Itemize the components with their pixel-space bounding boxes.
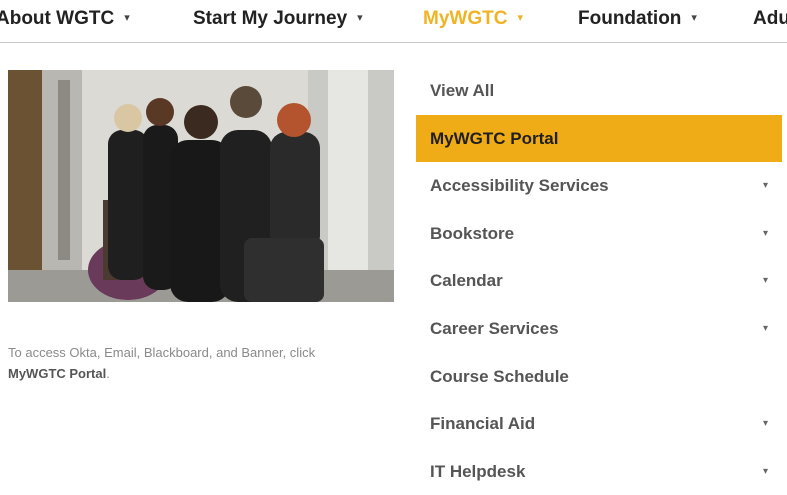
menu-item-label: Course Schedule (430, 366, 569, 386)
mywgtc-dropdown-menu: View All MyWGTC Portal Accessibility Ser… (416, 67, 782, 495)
menu-item-mywgtc-portal[interactable]: MyWGTC Portal (416, 114, 782, 163)
menu-item-label: Bookstore (430, 223, 515, 243)
menu-item-label: MyWGTC Portal (430, 128, 559, 148)
menu-item-label: Financial Aid (430, 414, 536, 434)
chevron-down-icon[interactable]: ▾ (763, 400, 768, 448)
chevron-down-icon: ▾ (124, 12, 130, 24)
caption-period: . (106, 366, 110, 381)
nav-item-label: About WGTC (0, 8, 115, 29)
nav-item-label: Foundation (578, 8, 682, 29)
promo-photo (8, 70, 394, 302)
mywgtc-portal-link[interactable]: MyWGTC Portal (8, 366, 106, 381)
menu-item-label: Calendar (430, 271, 503, 291)
menu-item-accessibility-services[interactable]: Accessibility Services ▾ (416, 162, 782, 210)
caption-text: To access Okta, Email, Blackboard, and B… (8, 345, 316, 360)
nav-item-label: MyWGTC (423, 8, 508, 29)
menu-item-bookstore[interactable]: Bookstore ▾ (416, 210, 782, 258)
menu-item-course-schedule[interactable]: Course Schedule (416, 353, 782, 401)
menu-item-label: IT Helpdesk (430, 461, 526, 481)
nav-item-foundation[interactable]: Foundation ▾ (578, 8, 697, 30)
top-navigation: About WGTC ▾ Start My Journey ▾ MyWGTC ▾ Fo… (0, 0, 787, 43)
menu-item-calendar[interactable]: Calendar ▾ (416, 257, 782, 305)
salon-students-image (8, 70, 394, 302)
menu-item-it-helpdesk[interactable]: IT Helpdesk ▾ (416, 448, 782, 495)
nav-item-about-wgtc[interactable]: About WGTC ▾ (0, 8, 130, 30)
menu-item-label: Accessibility Services (430, 176, 609, 196)
chevron-down-icon[interactable]: ▾ (763, 162, 768, 210)
nav-item-start-my-journey[interactable]: Start My Journey ▾ (193, 8, 363, 30)
chevron-down-icon: ▾ (517, 12, 523, 24)
nav-item-label: Start My Journey (193, 8, 348, 29)
nav-item-mywgtc[interactable]: MyWGTC ▾ (423, 8, 523, 30)
chevron-down-icon[interactable]: ▾ (763, 210, 768, 258)
chevron-down-icon[interactable]: ▾ (763, 305, 768, 353)
portal-caption: To access Okta, Email, Blackboard, and B… (8, 342, 398, 384)
chevron-down-icon: ▾ (691, 12, 697, 24)
chevron-down-icon: ▾ (357, 12, 363, 24)
menu-item-label: View All (430, 81, 495, 100)
nav-item-label: Adu (753, 8, 787, 29)
nav-item-adult-education[interactable]: Adu (753, 8, 787, 30)
menu-item-label: Career Services (430, 318, 559, 338)
menu-item-financial-aid[interactable]: Financial Aid ▾ (416, 400, 782, 448)
menu-item-view-all[interactable]: View All (416, 67, 782, 115)
chevron-down-icon[interactable]: ▾ (763, 257, 768, 305)
menu-item-career-services[interactable]: Career Services ▾ (416, 305, 782, 353)
chevron-down-icon[interactable]: ▾ (763, 448, 768, 495)
